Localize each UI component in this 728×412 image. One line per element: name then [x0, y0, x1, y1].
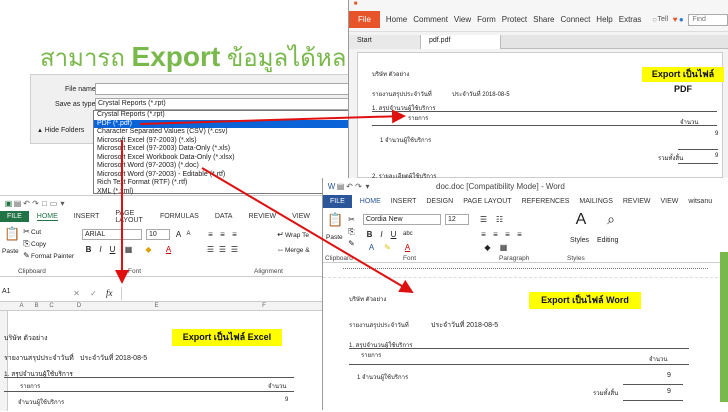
annotation-arrows — [115, 109, 414, 294]
arrow-to-word — [201, 167, 414, 294]
arrow-to-pdf — [139, 109, 406, 125]
